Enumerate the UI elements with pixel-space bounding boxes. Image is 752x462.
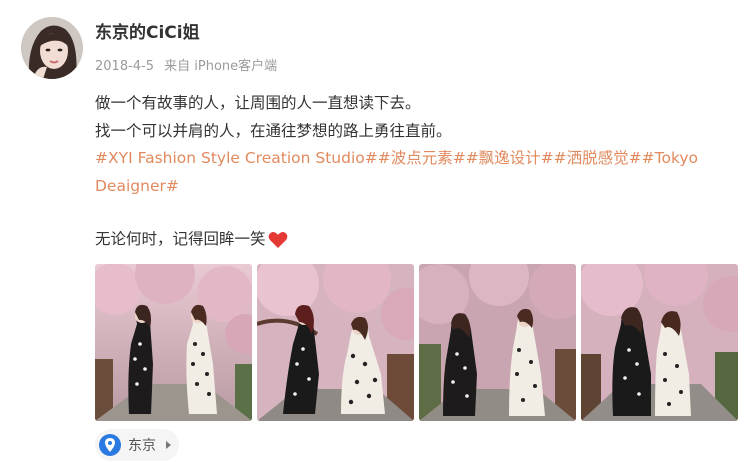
quote-text: 无论何时，记得回眸一笑 (95, 230, 266, 248)
post-text: 做一个有故事的人，让周围的人一直想读下去。 找一个可以并肩的人，在通往梦想的路上… (95, 90, 735, 200)
photo-2[interactable] (257, 264, 414, 421)
photo-1[interactable] (95, 264, 252, 421)
heart-icon (268, 231, 287, 248)
post-date[interactable]: 2018-4-5 (95, 59, 154, 74)
location-label: 东京 (128, 438, 156, 454)
post-meta: 2018-4-5 来自 iPhone客户端 (95, 55, 283, 74)
author-name[interactable]: 东京的CiCi姐 (95, 18, 200, 43)
photo-3[interactable] (419, 264, 576, 421)
location-tag[interactable]: 东京 (95, 429, 179, 461)
post-source: 来自 iPhone客户端 (164, 59, 278, 74)
chevron-right-icon (166, 441, 171, 449)
post-avatar[interactable] (21, 17, 83, 79)
location-pin-icon (99, 434, 121, 456)
post-quote: 无论何时，记得回眸一笑 (95, 226, 288, 253)
post-line-1: 做一个有故事的人，让周围的人一直想读下去。 (95, 94, 421, 112)
photo-grid (95, 264, 738, 421)
photo-4[interactable] (581, 264, 738, 421)
post-line-2: 找一个可以并肩的人，在通往梦想的路上勇往直前。 (95, 121, 452, 140)
post-hashtags[interactable]: #XYI Fashion Style Creation Studio##波点元素… (95, 145, 735, 200)
